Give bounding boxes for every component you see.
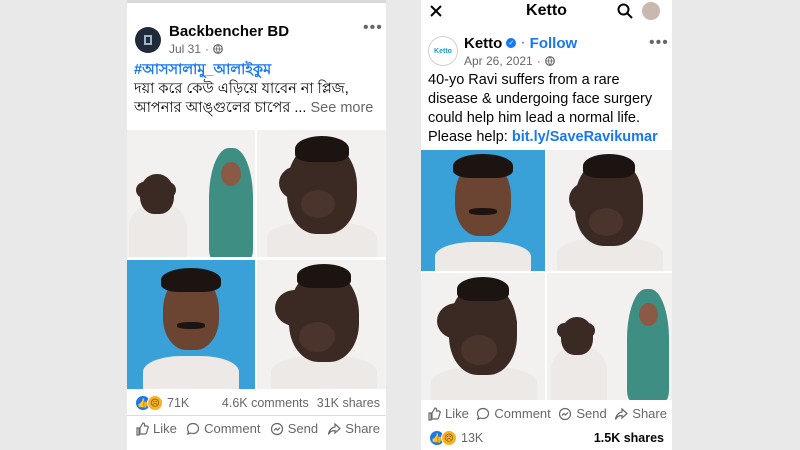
- text-line-1: দয়া করে কেউ এড়িয়ে যাবেন না প্লিজ,: [134, 81, 349, 97]
- like-button[interactable]: Like: [135, 421, 177, 436]
- text-line-3: could help him lead a normal life.: [428, 110, 640, 126]
- more-options-icon[interactable]: •••: [649, 34, 669, 52]
- share-button[interactable]: Share: [614, 406, 667, 421]
- donation-link[interactable]: bit.ly/SaveRavikumar: [512, 129, 658, 145]
- comment-icon: [186, 422, 200, 435]
- top-bar: Ketto: [421, 0, 672, 24]
- left-post-header: Backbencher BD Jul 31 ·: [135, 23, 289, 56]
- more-options-icon[interactable]: •••: [363, 19, 383, 37]
- photo-patient-with-woman[interactable]: [127, 130, 255, 257]
- post-date[interactable]: Apr 26, 2021: [464, 54, 533, 68]
- right-post: Ketto Ketto Ketto ✓ · Follow Apr 26, 202…: [421, 0, 672, 450]
- verified-badge-icon: ✓: [506, 38, 517, 48]
- post-date[interactable]: Jul 31: [169, 42, 201, 56]
- logo-icon: [144, 34, 152, 45]
- user-avatar[interactable]: [642, 2, 660, 20]
- action-bar: Like Comment Send Share: [427, 406, 667, 421]
- search-icon[interactable]: [617, 3, 633, 19]
- thumbs-up-icon: [136, 421, 149, 436]
- text-line-2: আপনার আঙ্গুলের চাপের ...: [134, 100, 307, 116]
- globe-icon: [213, 44, 223, 54]
- photo-patient-face-1[interactable]: [547, 150, 672, 271]
- like-button[interactable]: Like: [427, 406, 469, 421]
- share-icon: [615, 407, 629, 420]
- photo-patient-before[interactable]: [127, 260, 255, 389]
- reactions[interactable]: 👍 ☹ 71K: [135, 395, 189, 411]
- photo-patient-face-2[interactable]: [421, 273, 545, 400]
- comment-button[interactable]: Comment: [476, 406, 551, 421]
- photo-patient-before[interactable]: [421, 150, 545, 271]
- window-title: Ketto: [526, 2, 567, 19]
- page-name[interactable]: Backbencher BD: [169, 23, 289, 40]
- sad-reaction-icon: ☹: [147, 395, 163, 411]
- reactions-count: 71K: [167, 396, 190, 410]
- reactions[interactable]: 👍 ☹ 13K: [429, 430, 483, 446]
- globe-icon: [544, 56, 555, 66]
- action-bar: Like Comment Send Share: [135, 421, 380, 436]
- engagement-stats: 👍 ☹ 71K 4.6K comments 31K shares: [135, 395, 380, 411]
- shares-count[interactable]: 31K shares: [317, 396, 380, 410]
- hashtag-link[interactable]: #আসসালামু_আলাইকুম: [134, 61, 384, 80]
- follow-button[interactable]: Follow: [530, 35, 578, 52]
- send-button[interactable]: Send: [558, 406, 607, 421]
- thumbs-up-icon: [428, 406, 441, 421]
- text-line-2: disease & undergoing face surgery: [428, 91, 653, 107]
- page-name[interactable]: Ketto: [464, 35, 502, 52]
- messenger-icon: [270, 422, 283, 435]
- see-more-link[interactable]: See more: [310, 100, 373, 116]
- comments-count[interactable]: 4.6K comments: [222, 396, 309, 410]
- left-post: Backbencher BD Jul 31 · ••• #আসসালামু_আল…: [127, 0, 386, 450]
- send-button[interactable]: Send: [270, 421, 318, 436]
- photo-patient-face-2[interactable]: [257, 260, 386, 389]
- right-post-header: Ketto Ketto ✓ · Follow Apr 26, 2021 ·: [428, 34, 577, 68]
- text-line-4: Please help:: [428, 129, 512, 145]
- post-text: #আসসালামু_আলাইকুম দয়া করে কেউ এড়িয়ে য…: [134, 61, 384, 118]
- reactions-count: 13K: [461, 431, 484, 445]
- shares-count[interactable]: 1.5K shares: [594, 431, 664, 445]
- share-icon: [328, 422, 342, 435]
- comment-icon: [477, 407, 490, 420]
- messenger-icon: [559, 407, 572, 420]
- photo-patient-with-woman[interactable]: [547, 273, 672, 400]
- comment-button[interactable]: Comment: [186, 421, 260, 436]
- photo-patient-face-1[interactable]: [257, 130, 386, 257]
- ketto-avatar[interactable]: Ketto: [428, 36, 458, 66]
- sad-reaction-icon: ☹: [441, 430, 457, 446]
- share-button[interactable]: Share: [327, 421, 380, 436]
- engagement-stats: 👍 ☹ 13K 1.5K shares: [429, 430, 664, 446]
- ketto-logo: Ketto: [434, 47, 452, 55]
- page-avatar[interactable]: [135, 26, 161, 53]
- post-text: 40-yo Ravi suffers from a rare disease &…: [428, 71, 672, 147]
- text-line-1: 40-yo Ravi suffers from a rare: [428, 72, 620, 88]
